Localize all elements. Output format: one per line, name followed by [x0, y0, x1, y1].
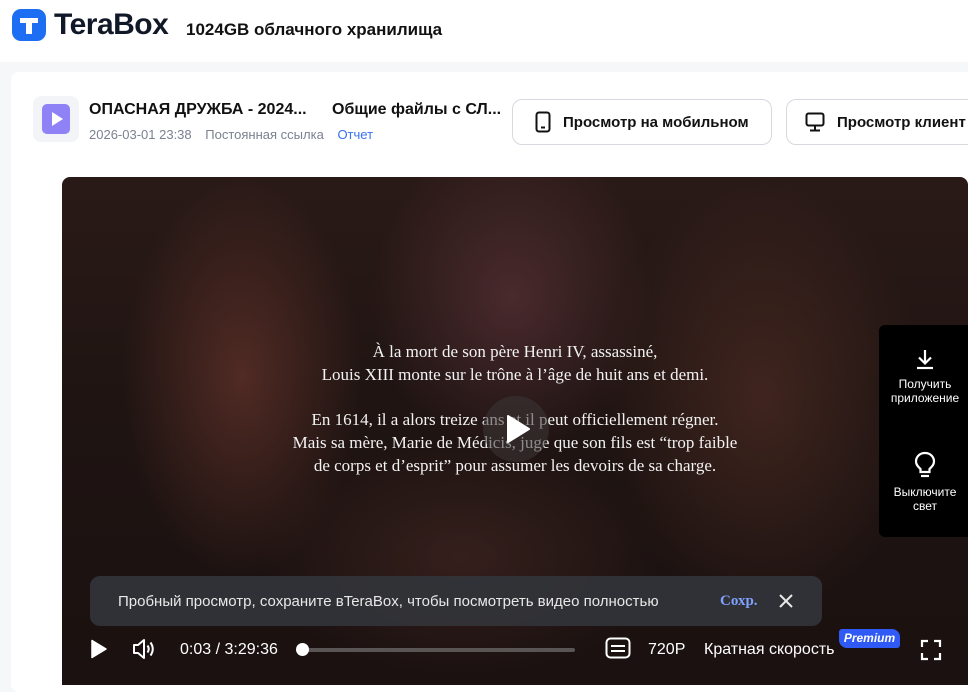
permalink-link[interactable]: Постоянная ссылка: [205, 127, 324, 142]
logo-text[interactable]: TeraBox: [54, 8, 168, 42]
save-link[interactable]: Сохр.: [720, 592, 758, 610]
terabox-logo-icon[interactable]: [11, 8, 47, 42]
file-date: 2026-03-01 23:38: [89, 127, 192, 142]
video-file-icon: [33, 96, 79, 142]
subtitle-line: À la mort de son père Henri IV, assassin…: [62, 340, 968, 363]
progress-bar[interactable]: [302, 648, 575, 652]
phone-icon: [535, 111, 551, 133]
play-icon: [505, 414, 531, 444]
trial-notice: Пробный просмотр, сохраните вTeraBox, чт…: [90, 576, 822, 626]
quality-selector[interactable]: 720P: [648, 640, 685, 660]
progress-handle[interactable]: [296, 643, 309, 656]
close-icon[interactable]: [778, 593, 794, 609]
player-side-panel: Получить приложение Выключите свет: [879, 325, 968, 537]
volume-icon[interactable]: [132, 638, 156, 660]
view-on-mobile-button[interactable]: Просмотр на мобильном: [512, 99, 772, 145]
file-name: ОПАСНАЯ ДРУЖБА - 2024...: [89, 100, 307, 120]
view-on-mobile-label: Просмотр на мобильном: [563, 114, 749, 131]
playback-time: 0:03 / 3:29:36: [180, 640, 278, 660]
lightbulb-icon: [913, 451, 937, 479]
fullscreen-icon[interactable]: [920, 639, 942, 661]
get-app-button[interactable]: Получить приложение: [879, 347, 968, 405]
storage-tagline: 1024GB облачного хранилища: [186, 20, 442, 40]
download-icon: [913, 347, 937, 371]
playback-speed-selector[interactable]: Кратная скорость: [704, 640, 834, 660]
center-play-button[interactable]: [483, 396, 549, 462]
report-link[interactable]: Отчет: [337, 127, 373, 142]
trial-notice-text: Пробный просмотр, сохраните вTeraBox, чт…: [118, 593, 659, 611]
file-meta: 2026-03-01 23:38 Постоянная ссылка Отчет: [89, 127, 373, 143]
subtitles-icon[interactable]: [605, 637, 631, 659]
premium-badge: Premium: [839, 629, 900, 648]
monitor-icon: [805, 112, 825, 132]
view-in-client-button[interactable]: Просмотр клиент: [786, 99, 968, 145]
top-bar: TeraBox 1024GB облачного хранилища: [0, 0, 968, 62]
player-controls: 0:03 / 3:29:36 720P Кратная скорость: [62, 628, 968, 672]
lights-off-button[interactable]: Выключите свет: [879, 451, 968, 513]
lights-off-label: Выключите свет: [879, 485, 968, 513]
folder-name[interactable]: Общие файлы с СЛ...: [332, 100, 501, 120]
play-icon[interactable]: [90, 639, 108, 659]
get-app-label: Получить приложение: [879, 377, 968, 405]
view-in-client-label: Просмотр клиент: [837, 114, 966, 131]
subtitle-line: Louis XIII monte sur le trône à l’âge de…: [62, 363, 968, 386]
